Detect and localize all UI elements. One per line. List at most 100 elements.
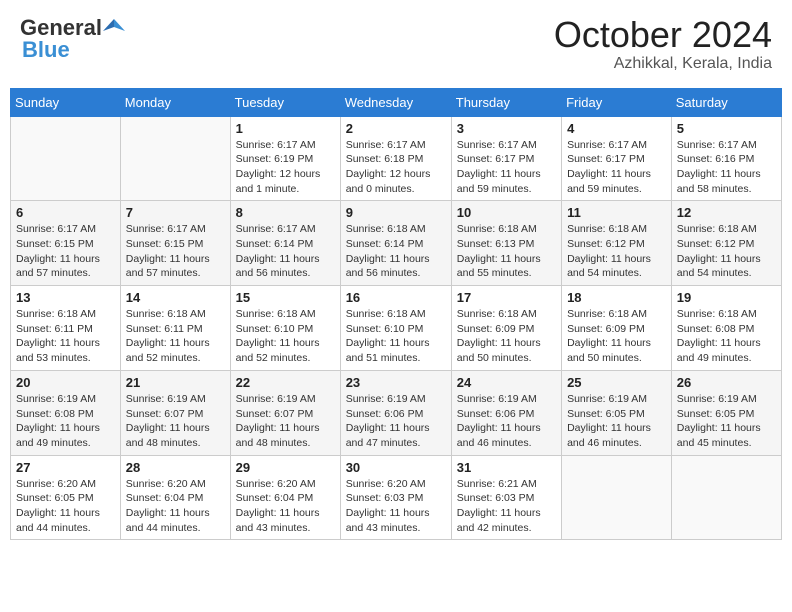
calendar-cell: 10 Sunrise: 6:18 AMSunset: 6:13 PMDayligh…	[451, 201, 561, 286]
day-number: 3	[457, 121, 556, 136]
calendar-cell: 29 Sunrise: 6:20 AMSunset: 6:04 PMDayligh…	[230, 455, 340, 540]
calendar-cell	[11, 116, 121, 201]
calendar-cell: 18 Sunrise: 6:18 AMSunset: 6:09 PMDayligh…	[562, 286, 672, 371]
day-of-week-header: Sunday	[11, 88, 121, 116]
day-info: Sunrise: 6:18 AMSunset: 6:12 PMDaylight:…	[677, 222, 776, 281]
day-info: Sunrise: 6:19 AMSunset: 6:05 PMDaylight:…	[677, 392, 776, 451]
day-number: 25	[567, 375, 666, 390]
calendar-cell: 23 Sunrise: 6:19 AMSunset: 6:06 PMDayligh…	[340, 370, 451, 455]
day-info: Sunrise: 6:18 AMSunset: 6:10 PMDaylight:…	[236, 307, 335, 366]
day-number: 8	[236, 205, 335, 220]
day-number: 23	[346, 375, 446, 390]
day-info: Sunrise: 6:20 AMSunset: 6:04 PMDaylight:…	[126, 477, 225, 536]
day-info: Sunrise: 6:19 AMSunset: 6:07 PMDaylight:…	[126, 392, 225, 451]
day-info: Sunrise: 6:18 AMSunset: 6:11 PMDaylight:…	[16, 307, 115, 366]
day-number: 15	[236, 290, 335, 305]
day-number: 10	[457, 205, 556, 220]
day-info: Sunrise: 6:18 AMSunset: 6:12 PMDaylight:…	[567, 222, 666, 281]
calendar-cell: 20 Sunrise: 6:19 AMSunset: 6:08 PMDayligh…	[11, 370, 121, 455]
day-of-week-header: Thursday	[451, 88, 561, 116]
day-number: 20	[16, 375, 115, 390]
day-info: Sunrise: 6:20 AMSunset: 6:04 PMDaylight:…	[236, 477, 335, 536]
day-info: Sunrise: 6:17 AMSunset: 6:17 PMDaylight:…	[457, 138, 556, 197]
day-info: Sunrise: 6:17 AMSunset: 6:15 PMDaylight:…	[126, 222, 225, 281]
day-info: Sunrise: 6:17 AMSunset: 6:15 PMDaylight:…	[16, 222, 115, 281]
calendar-week-row: 6 Sunrise: 6:17 AMSunset: 6:15 PMDaylight…	[11, 201, 782, 286]
day-of-week-header: Friday	[562, 88, 672, 116]
day-number: 24	[457, 375, 556, 390]
day-info: Sunrise: 6:17 AMSunset: 6:19 PMDaylight:…	[236, 138, 335, 197]
calendar-cell: 4Sunrise: 6:17 AMSunset: 6:17 PMDaylight…	[562, 116, 672, 201]
calendar-week-row: 1 Sunrise: 6:17 AMSunset: 6:19 PMDaylight…	[11, 116, 782, 201]
calendar-cell: 1 Sunrise: 6:17 AMSunset: 6:19 PMDaylight…	[230, 116, 340, 201]
calendar-cell: 25 Sunrise: 6:19 AMSunset: 6:05 PMDayligh…	[562, 370, 672, 455]
calendar-cell	[671, 455, 781, 540]
logo-blue-text: Blue	[22, 37, 70, 63]
day-info: Sunrise: 6:18 AMSunset: 6:09 PMDaylight:…	[457, 307, 556, 366]
day-number: 28	[126, 460, 225, 475]
day-info: Sunrise: 6:18 AMSunset: 6:14 PMDaylight:…	[346, 222, 446, 281]
day-number: 22	[236, 375, 335, 390]
calendar-cell: 6 Sunrise: 6:17 AMSunset: 6:15 PMDaylight…	[11, 201, 121, 286]
calendar-cell	[120, 116, 230, 201]
day-number: 4	[567, 121, 666, 136]
day-info: Sunrise: 6:18 AMSunset: 6:08 PMDaylight:…	[677, 307, 776, 366]
day-info: Sunrise: 6:17 AMSunset: 6:16 PMDaylight:…	[677, 138, 776, 197]
month-title: October 2024	[554, 15, 772, 55]
day-number: 26	[677, 375, 776, 390]
day-number: 18	[567, 290, 666, 305]
calendar-cell: 14Sunrise: 6:18 AMSunset: 6:11 PMDayligh…	[120, 286, 230, 371]
day-number: 21	[126, 375, 225, 390]
calendar-cell: 30Sunrise: 6:20 AMSunset: 6:03 PMDayligh…	[340, 455, 451, 540]
day-number: 17	[457, 290, 556, 305]
day-number: 29	[236, 460, 335, 475]
day-info: Sunrise: 6:17 AMSunset: 6:14 PMDaylight:…	[236, 222, 335, 281]
calendar-cell: 27Sunrise: 6:20 AMSunset: 6:05 PMDayligh…	[11, 455, 121, 540]
day-info: Sunrise: 6:19 AMSunset: 6:07 PMDaylight:…	[236, 392, 335, 451]
day-info: Sunrise: 6:18 AMSunset: 6:10 PMDaylight:…	[346, 307, 446, 366]
calendar-cell: 3 Sunrise: 6:17 AMSunset: 6:17 PMDaylight…	[451, 116, 561, 201]
day-number: 12	[677, 205, 776, 220]
day-number: 16	[346, 290, 446, 305]
calendar-cell: 26 Sunrise: 6:19 AMSunset: 6:05 PMDayligh…	[671, 370, 781, 455]
calendar-cell: 9Sunrise: 6:18 AMSunset: 6:14 PMDaylight…	[340, 201, 451, 286]
page-header: General Blue October 2024 Azhikkal, Kera…	[10, 10, 782, 78]
calendar-week-row: 20 Sunrise: 6:19 AMSunset: 6:08 PMDayligh…	[11, 370, 782, 455]
calendar-week-row: 27Sunrise: 6:20 AMSunset: 6:05 PMDayligh…	[11, 455, 782, 540]
day-number: 11	[567, 205, 666, 220]
calendar-cell: 15 Sunrise: 6:18 AMSunset: 6:10 PMDayligh…	[230, 286, 340, 371]
day-of-week-header: Saturday	[671, 88, 781, 116]
day-number: 27	[16, 460, 115, 475]
calendar-table: SundayMondayTuesdayWednesdayThursdayFrid…	[10, 88, 782, 541]
day-number: 31	[457, 460, 556, 475]
day-info: Sunrise: 6:18 AMSunset: 6:13 PMDaylight:…	[457, 222, 556, 281]
calendar-cell: 11 Sunrise: 6:18 AMSunset: 6:12 PMDayligh…	[562, 201, 672, 286]
calendar-cell: 22 Sunrise: 6:19 AMSunset: 6:07 PMDayligh…	[230, 370, 340, 455]
day-number: 5	[677, 121, 776, 136]
day-of-week-header: Wednesday	[340, 88, 451, 116]
day-number: 1	[236, 121, 335, 136]
day-info: Sunrise: 6:17 AMSunset: 6:18 PMDaylight:…	[346, 138, 446, 197]
day-of-week-header: Monday	[120, 88, 230, 116]
calendar-cell: 12 Sunrise: 6:18 AMSunset: 6:12 PMDayligh…	[671, 201, 781, 286]
day-info: Sunrise: 6:18 AMSunset: 6:11 PMDaylight:…	[126, 307, 225, 366]
day-number: 19	[677, 290, 776, 305]
day-number: 6	[16, 205, 115, 220]
calendar-header-row: SundayMondayTuesdayWednesdayThursdayFrid…	[11, 88, 782, 116]
day-info: Sunrise: 6:19 AMSunset: 6:08 PMDaylight:…	[16, 392, 115, 451]
day-info: Sunrise: 6:19 AMSunset: 6:06 PMDaylight:…	[457, 392, 556, 451]
title-area: October 2024 Azhikkal, Kerala, India	[554, 15, 772, 73]
logo: General Blue	[20, 15, 126, 63]
calendar-cell: 31Sunrise: 6:21 AMSunset: 6:03 PMDayligh…	[451, 455, 561, 540]
calendar-week-row: 13Sunrise: 6:18 AMSunset: 6:11 PMDayligh…	[11, 286, 782, 371]
day-info: Sunrise: 6:20 AMSunset: 6:03 PMDaylight:…	[346, 477, 446, 536]
calendar-cell: 2 Sunrise: 6:17 AMSunset: 6:18 PMDaylight…	[340, 116, 451, 201]
calendar-cell: 17 Sunrise: 6:18 AMSunset: 6:09 PMDayligh…	[451, 286, 561, 371]
day-number: 7	[126, 205, 225, 220]
location-subtitle: Azhikkal, Kerala, India	[554, 55, 772, 73]
calendar-cell: 5 Sunrise: 6:17 AMSunset: 6:16 PMDaylight…	[671, 116, 781, 201]
day-info: Sunrise: 6:19 AMSunset: 6:06 PMDaylight:…	[346, 392, 446, 451]
day-number: 2	[346, 121, 446, 136]
day-info: Sunrise: 6:19 AMSunset: 6:05 PMDaylight:…	[567, 392, 666, 451]
day-info: Sunrise: 6:18 AMSunset: 6:09 PMDaylight:…	[567, 307, 666, 366]
